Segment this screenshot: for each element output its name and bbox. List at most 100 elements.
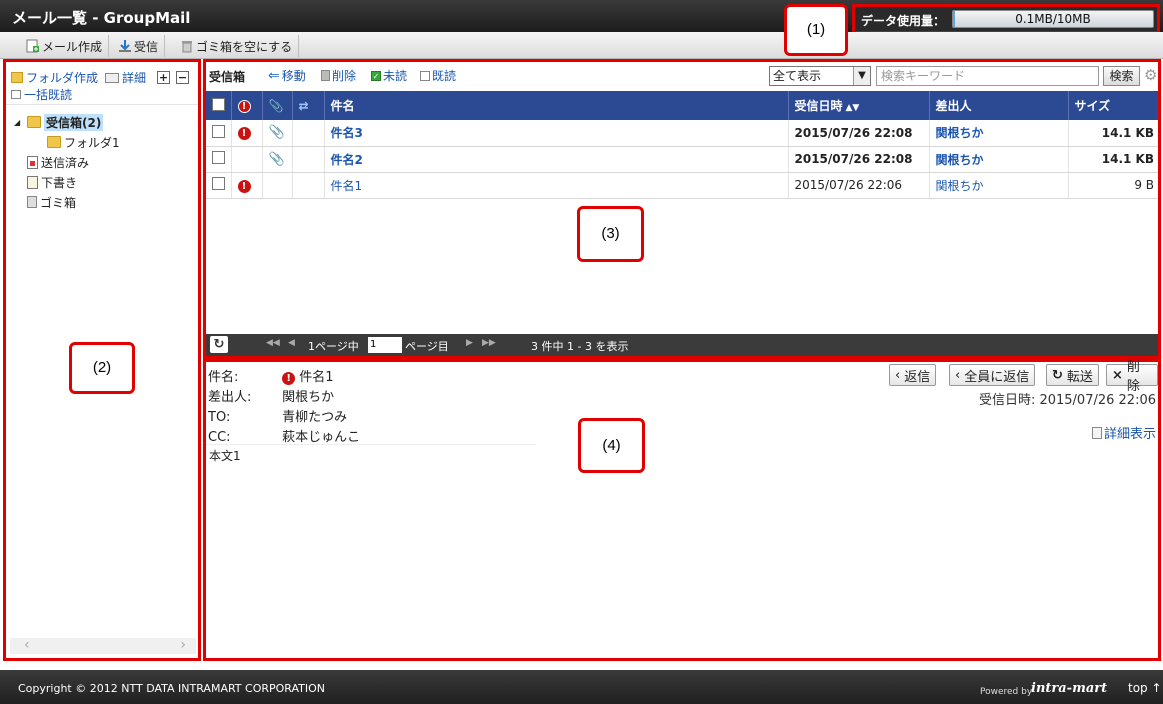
- urgent-icon: !: [237, 127, 251, 141]
- mark-read-button[interactable]: 既読: [420, 67, 456, 84]
- receive-button[interactable]: 受信: [112, 35, 166, 57]
- reply-icon: ‹: [895, 367, 901, 383]
- folder-label: 受信箱(2): [44, 113, 104, 131]
- reply-status-header[interactable]: ⇄: [292, 91, 325, 120]
- previous-page-icon[interactable]: ◀: [288, 338, 295, 348]
- urgent-icon: !: [237, 100, 251, 113]
- mark-unread-button[interactable]: ✓ 未読: [371, 67, 407, 84]
- page-title: メール一覧 - GroupMail: [12, 9, 191, 27]
- paperclip-icon: 📎: [268, 98, 284, 113]
- received-cell: 2015/07/26 22:08: [788, 146, 930, 173]
- unread-label: 未読: [383, 69, 408, 83]
- collapse-arrow-icon[interactable]: ◢: [14, 118, 24, 127]
- expand-all-icon[interactable]: +: [157, 71, 171, 84]
- details-label: 詳細表示: [1103, 427, 1156, 442]
- sender-header[interactable]: 差出人: [929, 91, 1069, 120]
- forward-button[interactable]: ↻ 転送: [1046, 364, 1099, 386]
- reply-button[interactable]: ‹ 返信: [889, 364, 937, 386]
- urgent-cell: [231, 146, 263, 173]
- data-usage-value: 0.1MB/10MB: [1015, 12, 1091, 26]
- subject-label: 件名:: [208, 370, 239, 385]
- sender-link[interactable]: 関根ちか: [936, 153, 984, 167]
- chevron-down-icon: ▼: [853, 67, 870, 85]
- select-all-header[interactable]: [206, 91, 232, 120]
- table-header-row: ! 📎 ⇄ 件名 受信日時 ▲▼ 差出人 サイズ: [206, 91, 1158, 120]
- mail-size: 14.1 KB: [1101, 125, 1154, 140]
- subject-link[interactable]: 件名2: [331, 153, 363, 167]
- gear-icon[interactable]: ⚙: [1144, 66, 1157, 84]
- sender-link[interactable]: 関根ちか: [936, 126, 984, 140]
- sender-link[interactable]: 関根ちか: [936, 179, 984, 193]
- reply-all-button[interactable]: ‹ 全員に返信: [949, 364, 1036, 386]
- subject-header[interactable]: 件名: [324, 91, 789, 120]
- last-page-icon[interactable]: ▶▶: [482, 338, 496, 348]
- from-label: 差出人:: [208, 390, 252, 405]
- preview-body: 本文1: [209, 449, 241, 463]
- preview-received: 受信日時: 2015/07/26 22:06: [978, 393, 1156, 408]
- mail-preview-panel: 件名: ! 件名1 差出人: 関根ちか TO: 青柳たつみ CC: 萩本じゅんこ…: [203, 359, 1161, 661]
- preview-subject: 件名1: [299, 370, 334, 385]
- folder-label: フォルダ1: [64, 135, 120, 150]
- compose-button[interactable]: メール作成: [20, 35, 110, 57]
- move-button[interactable]: ⇐ 移動: [268, 67, 306, 84]
- mark-read-icon: [11, 90, 21, 99]
- urgent-header[interactable]: !: [231, 91, 263, 120]
- document-icon: [1091, 426, 1102, 439]
- row-checkbox[interactable]: [212, 124, 225, 138]
- move-label: 移動: [281, 69, 306, 83]
- mail-size: 14.1 KB: [1101, 152, 1154, 166]
- table-row[interactable]: ! 📎 件名3 2015/07/26 22:08 関根ちか 14.1 KB: [206, 120, 1158, 147]
- powered-by: Powered by: [980, 687, 1033, 697]
- top-link[interactable]: top ↑: [1128, 681, 1162, 695]
- close-icon: ×: [1112, 367, 1123, 383]
- subject-cell: 件名1: [324, 172, 789, 199]
- received-header[interactable]: 受信日時 ▲▼: [788, 91, 930, 120]
- search-button[interactable]: 検索: [1103, 66, 1140, 86]
- folder-sent[interactable]: 送信済み: [14, 152, 120, 172]
- attachment-header[interactable]: 📎: [262, 91, 293, 120]
- preview-cc-row: CC: 萩本じゅんこ: [208, 426, 360, 445]
- size-header[interactable]: サイズ: [1068, 91, 1158, 120]
- delete-mail-button[interactable]: × 削除: [1106, 360, 1158, 394]
- add-folder-icon: [11, 72, 23, 83]
- first-page-icon[interactable]: ◀◀: [266, 338, 280, 348]
- scroll-right-icon[interactable]: ›: [180, 637, 186, 653]
- trash-icon: [180, 39, 194, 53]
- table-row[interactable]: ! 件名1 2015/07/26 22:06 関根ちか 9 B: [206, 172, 1158, 199]
- received-date: 2015/07/26 22:08: [794, 152, 913, 166]
- subject-link[interactable]: 件名1: [331, 179, 363, 193]
- details-button[interactable]: 詳細表示: [1091, 423, 1156, 442]
- row-checkbox[interactable]: [212, 151, 225, 164]
- select-all-checkbox[interactable]: [212, 97, 225, 111]
- mark-all-read-link[interactable]: 一括既読: [24, 86, 72, 103]
- folder-folder1[interactable]: フォルダ1: [14, 132, 120, 152]
- urgent-cell: !: [231, 120, 263, 147]
- delete-button[interactable]: 削除: [321, 67, 356, 84]
- create-folder-link[interactable]: フォルダ作成: [26, 69, 98, 86]
- page-number-input[interactable]: 1: [368, 337, 402, 353]
- sort-icon: ▲▼: [845, 103, 860, 113]
- folder-drafts[interactable]: 下書き: [14, 172, 120, 192]
- search-input[interactable]: 検索キーワード: [876, 66, 1099, 86]
- collapse-all-icon[interactable]: −: [176, 71, 190, 84]
- refresh-icon[interactable]: ↻: [210, 336, 228, 353]
- details-link[interactable]: 詳細: [122, 69, 146, 86]
- folder-trash[interactable]: ゴミ箱: [14, 192, 120, 212]
- folder-label: 下書き: [41, 175, 78, 190]
- urgent-icon: !: [282, 372, 296, 385]
- empty-trash-button[interactable]: ゴミ箱を空にする: [174, 35, 300, 57]
- filter-select[interactable]: 全て表示 ▼: [769, 66, 871, 86]
- intra-mart-logo: intra-mart: [1031, 681, 1108, 696]
- folder-inbox[interactable]: ◢ 受信箱(2): [14, 112, 120, 132]
- row-checkbox-cell: [206, 146, 232, 173]
- urgent-cell: !: [231, 172, 263, 199]
- table-row[interactable]: 📎 件名2 2015/07/26 22:08 関根ちか 14.1 KB: [206, 146, 1158, 173]
- reply-status-cell: [292, 146, 325, 173]
- row-checkbox[interactable]: [212, 177, 225, 190]
- forward-icon: ↻: [1052, 367, 1063, 383]
- subject-link[interactable]: 件名3: [331, 126, 363, 140]
- sidebar-horizontal-scrollbar[interactable]: ‹ ›: [10, 637, 196, 654]
- scroll-left-icon[interactable]: ‹: [24, 637, 30, 653]
- next-page-icon[interactable]: ▶: [466, 338, 473, 348]
- size-cell: 14.1 KB: [1068, 146, 1158, 173]
